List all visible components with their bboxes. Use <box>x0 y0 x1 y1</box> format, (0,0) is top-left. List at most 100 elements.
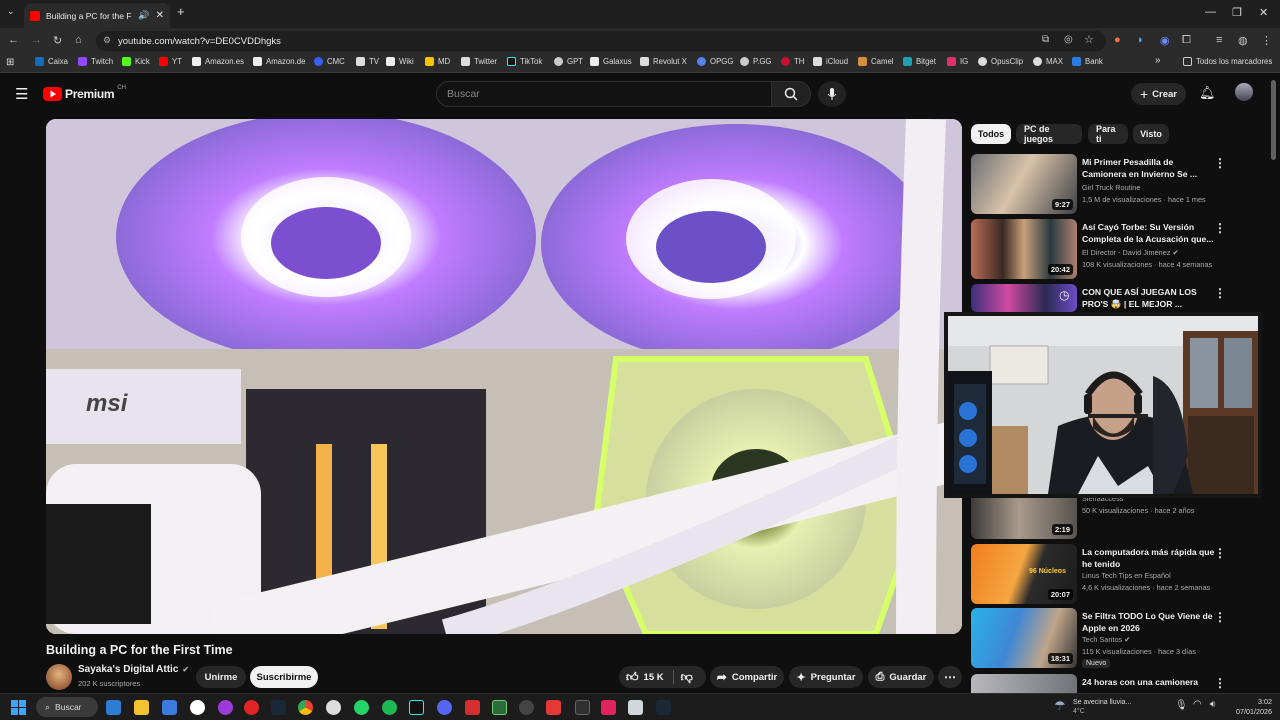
join-button[interactable]: Unirme <box>196 666 246 688</box>
page-scrollbar[interactable] <box>1271 80 1276 160</box>
install-icon[interactable]: ⧉ <box>1042 34 1049 45</box>
bookmark-amazon-es[interactable]: Amazon.es <box>192 57 244 66</box>
whatsapp-icon[interactable] <box>354 700 369 715</box>
rec-title[interactable]: Se Filtra TODO Lo Que Viene de Apple en … <box>1082 610 1218 634</box>
bookmark-opgg[interactable]: OPGG <box>697 57 733 66</box>
channel-name[interactable]: Sayaka's Digital Attic ✔ <box>78 664 189 675</box>
profile-icon[interactable]: ◍ <box>1238 34 1248 47</box>
new-tab-icon[interactable]: + <box>177 4 185 19</box>
bookmark-bitget[interactable]: Bitget <box>903 57 936 66</box>
tab-groups-icon[interactable]: ≡ <box>1216 34 1222 46</box>
app-icon[interactable] <box>492 700 507 715</box>
create-button[interactable]: + Crear <box>1131 83 1186 105</box>
rec-channel[interactable]: Girl Truck Routine <box>1082 183 1140 192</box>
weather-widget[interactable]: Se avecina lluvia... 4°C <box>1073 698 1131 716</box>
taskbar-search[interactable]: ⌕ Buscar <box>36 697 98 717</box>
bookmark-tv[interactable]: TV <box>356 57 379 66</box>
bookmark-twitch[interactable]: Twitch <box>78 57 113 66</box>
bookmark-th[interactable]: TH <box>781 57 804 66</box>
extension-icon[interactable]: ◉ <box>1160 34 1170 47</box>
wifi-icon[interactable]: ◠ <box>1193 699 1202 710</box>
extension-icon[interactable]: ● <box>1114 34 1121 46</box>
notifications-bell-icon[interactable]: 🔔︎ <box>1199 85 1216 101</box>
search-input[interactable]: Buscar <box>436 81 772 107</box>
browser-menu-icon[interactable]: ⋮ <box>1261 34 1272 47</box>
app-icon[interactable] <box>244 700 259 715</box>
bookmark-camel[interactable]: Camel <box>858 57 894 66</box>
chatgpt-icon[interactable] <box>326 700 341 715</box>
recommendation-item[interactable]: 24 horas con una camionera ⋮ <box>971 674 1266 693</box>
bookmark-ig[interactable]: IG <box>947 57 968 66</box>
recommendation-item[interactable]: ◷ CON QUE ASÍ JUEGAN LOS PRO'S 🤯 | EL ME… <box>971 284 1266 312</box>
more-vertical-icon[interactable]: ⋮ <box>1214 610 1226 624</box>
chip-para-ti[interactable]: Para ti <box>1088 124 1128 144</box>
chip-visto[interactable]: Visto <box>1133 124 1169 144</box>
reload-icon[interactable]: ↻ <box>53 34 62 47</box>
spotify-icon[interactable] <box>382 700 397 715</box>
tab-search-icon[interactable]: ⌄ <box>7 6 15 17</box>
video-thumbnail[interactable]: 18:31 <box>971 608 1077 668</box>
tiktok-studio-icon[interactable] <box>601 700 616 715</box>
extension-icon[interactable]: ◗ <box>1137 34 1144 46</box>
app-icon[interactable] <box>546 700 561 715</box>
video-thumbnail[interactable]: 20:42 <box>971 219 1077 279</box>
bookmark-gpt[interactable]: GPT <box>554 57 583 66</box>
minimize-icon[interactable]: — <box>1205 6 1216 18</box>
back-icon[interactable]: ← <box>8 34 19 46</box>
rec-channel[interactable]: Linus Tech Tips en Español <box>1082 571 1171 580</box>
video-thumbnail[interactable]: ◷ <box>971 284 1077 312</box>
dislike-thumb-icon[interactable]: 👎︎ <box>681 670 693 685</box>
weather-icon[interactable]: ☂ <box>1054 698 1066 714</box>
like-count[interactable]: 15 K <box>644 672 664 683</box>
bookmark-md[interactable]: MD <box>425 57 450 66</box>
video-thumbnail[interactable]: 96 Núcleos 20:07 <box>971 544 1077 604</box>
channel-avatar[interactable] <box>46 664 72 690</box>
more-vertical-icon[interactable]: ⋮ <box>1214 546 1226 560</box>
eye-off-icon[interactable]: ◎ <box>1064 34 1073 45</box>
recommendation-item[interactable]: 96 Núcleos 20:07 La computadora más rápi… <box>971 544 1266 604</box>
rec-title[interactable]: Mi Primer Pesadilla de Camionera en Invi… <box>1082 156 1218 180</box>
site-info-icon[interactable]: ⚙ <box>103 35 111 46</box>
bookmark-bank[interactable]: Bank <box>1072 57 1103 66</box>
more-vertical-icon[interactable]: ⋮ <box>1214 286 1226 300</box>
more-bookmarks-icon[interactable]: » <box>1155 55 1161 66</box>
address-bar[interactable]: ⚙ youtube.com/watch?v=DE0CVDDhgks ⧉ ◎ ☆ <box>96 31 1106 51</box>
bookmark-star-icon[interactable]: ☆ <box>1084 33 1094 46</box>
like-thumb-icon[interactable]: 👍︎ <box>626 670 639 685</box>
bookmark-yt[interactable]: YT <box>159 57 182 66</box>
save-button[interactable]: ⎙ Guardar <box>868 666 934 688</box>
bookmark-opusclip[interactable]: OpusClip <box>978 57 1023 66</box>
maximize-icon[interactable]: ❐ <box>1232 6 1242 19</box>
search-button[interactable] <box>771 81 811 107</box>
recommendation-item[interactable]: 18:31 Se Filtra TODO Lo Que Viene de App… <box>971 608 1266 668</box>
rec-channel[interactable]: Tech Santos ✔ <box>1082 635 1130 644</box>
chrome-icon[interactable] <box>298 700 313 715</box>
chip-pc-de-juegos[interactable]: PC de juegos <box>1016 124 1082 144</box>
acrobat-icon[interactable] <box>465 700 480 715</box>
more-vertical-icon[interactable]: ⋮ <box>1214 221 1226 235</box>
chip-todos[interactable]: Todos <box>971 124 1011 144</box>
discord-icon[interactable] <box>437 700 452 715</box>
more-actions-button[interactable]: ⋯ <box>938 666 962 688</box>
apps-grid-icon[interactable]: ⊞ <box>6 57 14 68</box>
rec-title[interactable]: 24 horas con una camionera <box>1082 676 1218 688</box>
tab-audio-icon[interactable]: 🔊 <box>138 10 149 21</box>
home-icon[interactable]: ⌂ <box>75 34 82 46</box>
microphone-icon[interactable]: 🎙︎ <box>1175 700 1188 711</box>
bookmark-max[interactable]: MAX <box>1033 57 1063 66</box>
more-vertical-icon[interactable]: ⋮ <box>1214 676 1226 690</box>
recommendation-item[interactable]: 9:27 Mi Primer Pesadilla de Camionera en… <box>971 154 1266 214</box>
bookmark-amazon-de[interactable]: Amazon.de <box>253 57 305 66</box>
bookmark-wiki[interactable]: Wiki <box>386 57 414 66</box>
bookmark-galaxus[interactable]: Galaxus <box>590 57 632 66</box>
youtube-logo[interactable]: Premium CH <box>43 85 126 101</box>
bookmark-caixa[interactable]: Caixa <box>35 57 68 66</box>
watch-later-clock-icon[interactable]: ◷ <box>1059 288 1069 302</box>
hamburger-menu-icon[interactable]: ☰ <box>15 85 28 103</box>
video-thumbnail[interactable]: 9:27 <box>971 154 1077 214</box>
avatar[interactable] <box>1235 83 1253 101</box>
video-thumbnail[interactable]: 2:19 <box>971 497 1077 539</box>
rec-title[interactable]: La computadora más rápida que he tenido <box>1082 546 1218 570</box>
tab-close-icon[interactable]: ✕ <box>156 10 164 21</box>
ask-button[interactable]: ✦ Preguntar <box>789 666 863 688</box>
